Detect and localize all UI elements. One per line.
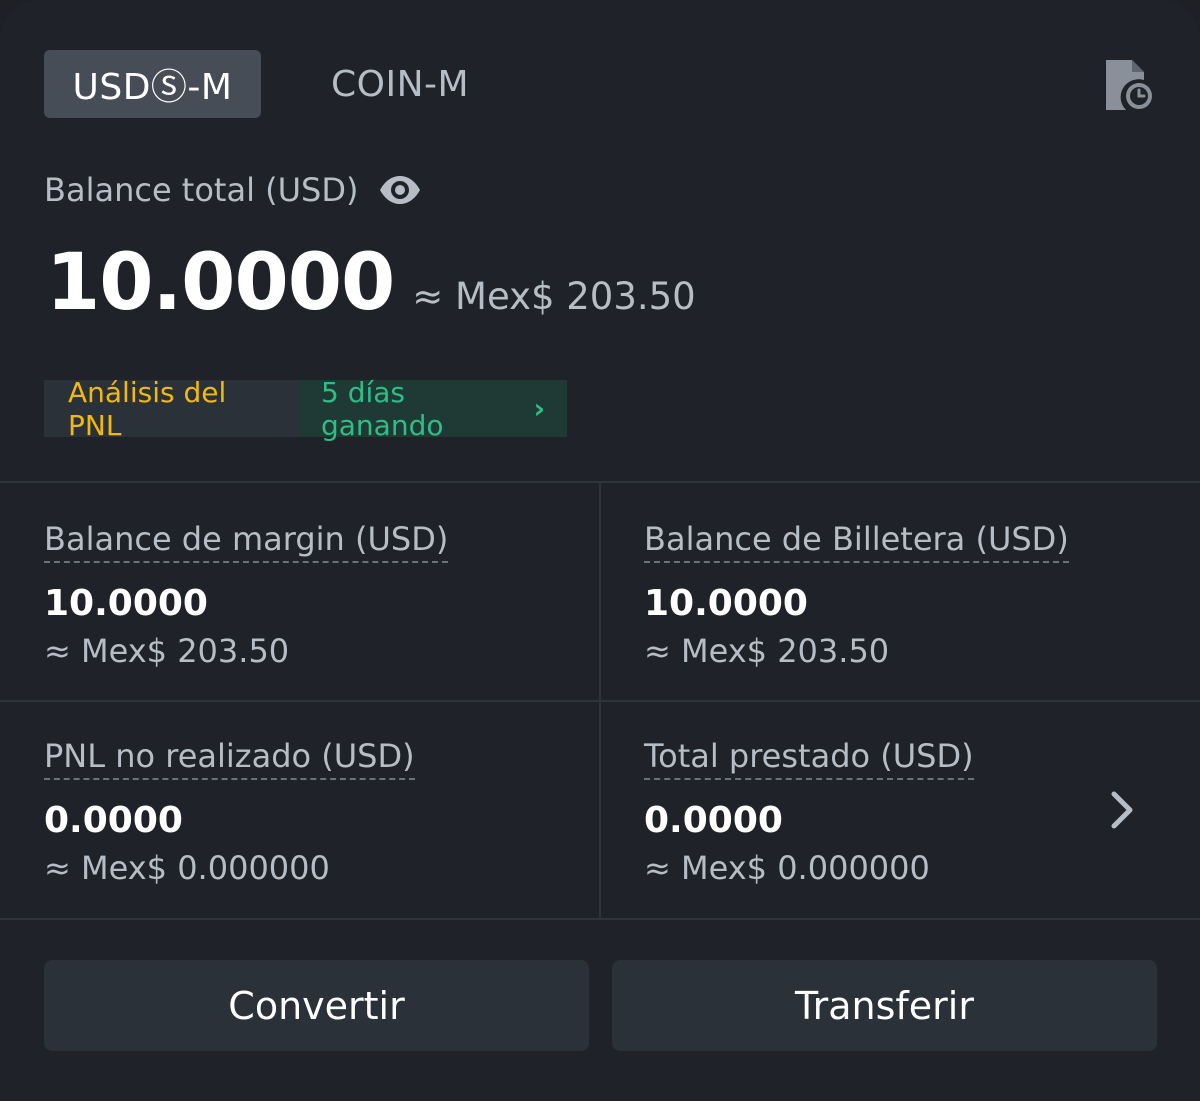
unrealized-pnl-label[interactable]: PNL no realizado (USD) [44, 736, 415, 780]
wallet-balance-card: Balance de Billetera (USD) 10.0000 ≈ Mex… [644, 519, 1200, 670]
wallet-balance-label[interactable]: Balance de Billetera (USD) [644, 519, 1069, 563]
pnl-streak-badge: 5 días ganando › [299, 376, 567, 442]
margin-balance-card: Balance de margin (USD) 10.0000 ≈ Mex$ 2… [44, 519, 604, 670]
total-balance-approx: ≈ Mex$ 203.50 [412, 275, 696, 318]
unrealized-pnl-card: PNL no realizado (USD) 0.0000 ≈ Mex$ 0.0… [44, 736, 604, 887]
margin-balance-approx: ≈ Mex$ 203.50 [44, 632, 290, 670]
grid-divider-horizontal [0, 700, 1200, 702]
unrealized-pnl-value: 0.0000 [44, 800, 183, 841]
tab-usds-m[interactable]: USDⓈ-M [44, 50, 261, 118]
total-balance-label: Balance total (USD) [44, 171, 359, 209]
total-balance-header: Balance total (USD) [44, 168, 422, 212]
pnl-analysis-label: Análisis del PNL [44, 376, 299, 442]
eye-icon[interactable] [378, 175, 422, 205]
history-icon[interactable] [1104, 58, 1154, 112]
contract-type-tabs: USDⓈ-M COIN-M [44, 50, 469, 118]
wallet-balance-approx: ≈ Mex$ 203.50 [644, 632, 890, 670]
total-borrowed-approx: ≈ Mex$ 0.000000 [644, 849, 930, 887]
total-borrowed-label[interactable]: Total prestado (USD) [644, 736, 974, 780]
transfer-button[interactable]: Transferir [612, 960, 1157, 1051]
balance-details-grid: Balance de margin (USD) 10.0000 ≈ Mex$ 2… [0, 481, 1200, 920]
margin-balance-label[interactable]: Balance de margin (USD) [44, 519, 449, 563]
total-balance-value: 10.0000 [46, 238, 395, 328]
margin-balance-value: 10.0000 [44, 583, 208, 624]
chevron-right-icon: › [533, 392, 545, 425]
unrealized-pnl-approx: ≈ Mex$ 0.000000 [44, 849, 330, 887]
convert-button[interactable]: Convertir [44, 960, 589, 1051]
total-balance-values: 10.0000 ≈ Mex$ 203.50 [46, 238, 696, 328]
futures-balance-panel: USDⓈ-M COIN-M Balance total (USD) 10.000… [0, 0, 1200, 1101]
chevron-right-icon[interactable] [1108, 790, 1136, 830]
wallet-balance-value: 10.0000 [644, 583, 808, 624]
tab-coin-m[interactable]: COIN-M [331, 50, 469, 118]
pnl-analysis-bar[interactable]: Análisis del PNL 5 días ganando › [44, 376, 567, 442]
pnl-streak-label: 5 días ganando [321, 375, 444, 442]
